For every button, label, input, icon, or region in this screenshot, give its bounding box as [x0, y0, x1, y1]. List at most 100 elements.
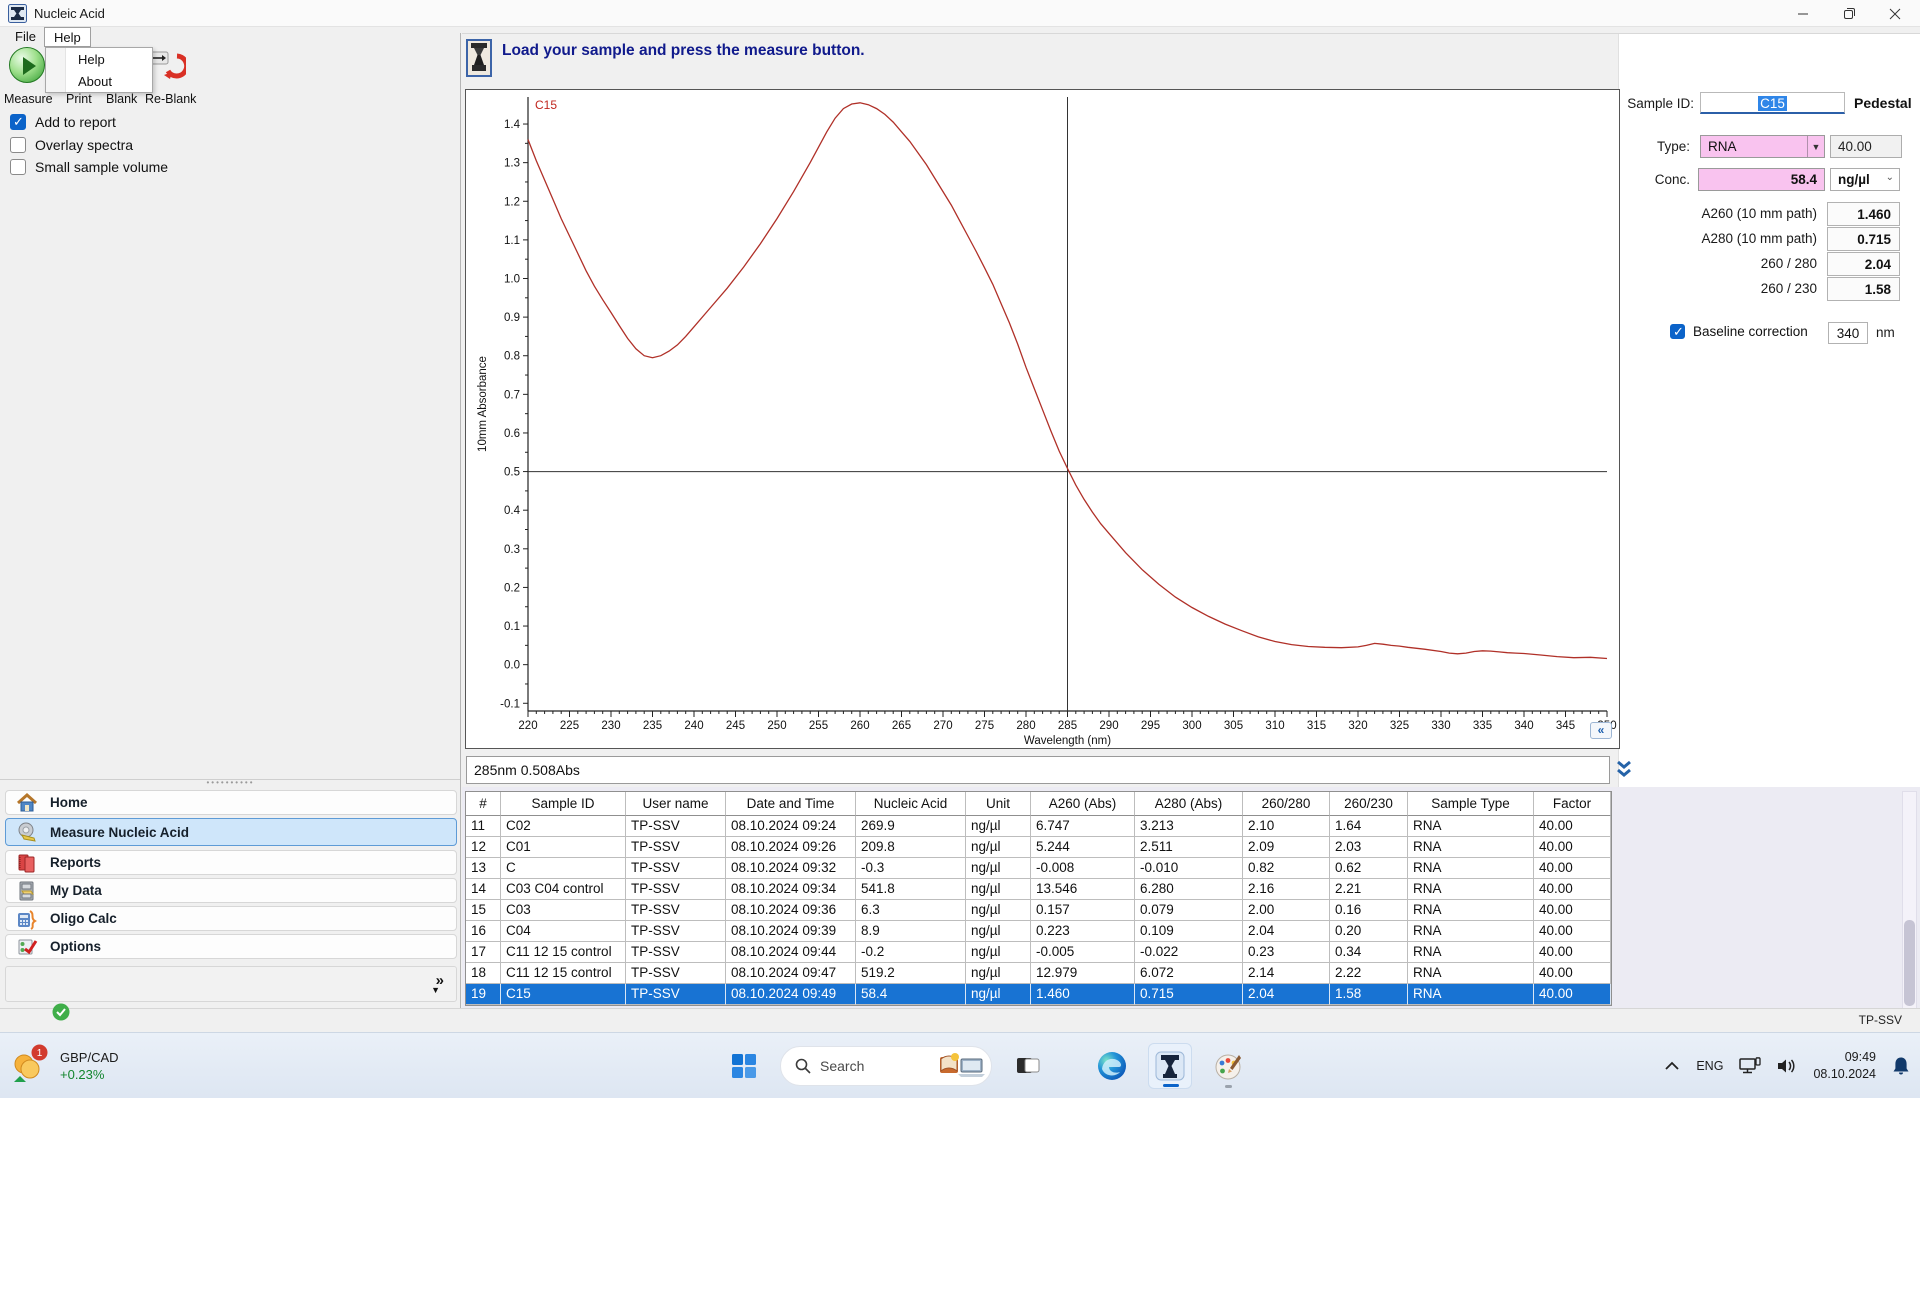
table-cell[interactable]: 40.00: [1534, 963, 1611, 984]
table-cell[interactable]: 0.23: [1243, 942, 1330, 963]
table-cell[interactable]: RNA: [1408, 942, 1534, 963]
table-cell[interactable]: 6.3: [856, 900, 966, 921]
table-cell[interactable]: RNA: [1408, 816, 1534, 837]
table-cell[interactable]: 6.072: [1135, 963, 1243, 984]
toolbar-reblank-label[interactable]: Re-Blank: [145, 92, 196, 106]
table-cell[interactable]: TP-SSV: [626, 984, 726, 1005]
table-cell[interactable]: 2.14: [1243, 963, 1330, 984]
table-cell[interactable]: -0.005: [1031, 942, 1135, 963]
column-header[interactable]: #: [466, 792, 501, 816]
table-cell[interactable]: 2.04: [1243, 921, 1330, 942]
table-cell[interactable]: 14: [466, 879, 501, 900]
column-header[interactable]: Sample Type: [1408, 792, 1534, 816]
table-cell[interactable]: 0.34: [1330, 942, 1408, 963]
small-sample-volume-checkbox[interactable]: [10, 159, 26, 175]
menu-file[interactable]: File: [6, 27, 45, 47]
table-cell[interactable]: RNA: [1408, 921, 1534, 942]
menu-help[interactable]: Help: [44, 27, 91, 47]
search-box[interactable]: Search: [780, 1046, 992, 1086]
table-cell[interactable]: 2.03: [1330, 837, 1408, 858]
table-cell[interactable]: 12: [466, 837, 501, 858]
edge-browser-button[interactable]: [1090, 1043, 1134, 1089]
menu-item-about[interactable]: About: [68, 71, 152, 92]
table-header-row[interactable]: # Sample ID User name Date and Time Nucleic …: [466, 792, 1611, 816]
table-row[interactable]: 18 C11 12 15 control TP-SSV 08.10.2024 09:4…: [466, 963, 1611, 984]
nucleic-acid-app-button[interactable]: [1148, 1043, 1192, 1089]
table-cell[interactable]: ng/µl: [966, 984, 1031, 1005]
table-cell[interactable]: 5.244: [1031, 837, 1135, 858]
table-cell[interactable]: 40.00: [1534, 816, 1611, 837]
table-cell[interactable]: 08.10.2024 09:32: [726, 858, 856, 879]
sidebar-item-oligo-calc[interactable]: Oligo Calc: [5, 906, 457, 931]
sidebar-item-reports[interactable]: Reports: [5, 850, 457, 875]
table-cell[interactable]: 2.04: [1243, 984, 1330, 1005]
table-cell[interactable]: RNA: [1408, 837, 1534, 858]
table-row[interactable]: 11 C02 TP-SSV 08.10.2024 09:24 269.9 ng/µl 6.7…: [466, 816, 1611, 837]
table-cell[interactable]: TP-SSV: [626, 921, 726, 942]
sidebar-item-my-data[interactable]: My Data: [5, 878, 457, 903]
table-cell[interactable]: 40.00: [1534, 879, 1611, 900]
column-header[interactable]: A260 (Abs): [1031, 792, 1135, 816]
column-header[interactable]: Date and Time: [726, 792, 856, 816]
table-cell[interactable]: 6.747: [1031, 816, 1135, 837]
table-cell[interactable]: 40.00: [1534, 921, 1611, 942]
results-table[interactable]: # Sample ID User name Date and Time Nucleic …: [465, 791, 1612, 1006]
column-header[interactable]: Factor: [1534, 792, 1611, 816]
table-cell[interactable]: 40.00: [1534, 837, 1611, 858]
overlay-spectra-option[interactable]: Overlay spectra: [10, 136, 133, 154]
minimize-button[interactable]: [1780, 0, 1826, 27]
table-cell[interactable]: 519.2: [856, 963, 966, 984]
table-cell[interactable]: C15: [501, 984, 626, 1005]
table-cell[interactable]: 08.10.2024 09:24: [726, 816, 856, 837]
network-icon[interactable]: [1739, 1057, 1762, 1075]
sample-id-input[interactable]: C15: [1700, 92, 1845, 114]
table-cell[interactable]: 2.22: [1330, 963, 1408, 984]
table-cell[interactable]: TP-SSV: [626, 858, 726, 879]
table-cell[interactable]: -0.2: [856, 942, 966, 963]
table-cell[interactable]: 2.10: [1243, 816, 1330, 837]
toolbar-print-label[interactable]: Print: [66, 92, 92, 106]
volume-icon[interactable]: [1777, 1058, 1797, 1074]
table-cell[interactable]: C: [501, 858, 626, 879]
table-cell[interactable]: 209.8: [856, 837, 966, 858]
table-cell[interactable]: -0.010: [1135, 858, 1243, 879]
table-cell[interactable]: TP-SSV: [626, 900, 726, 921]
table-cell[interactable]: C03 C04 control: [501, 879, 626, 900]
overlay-spectra-checkbox[interactable]: [10, 137, 26, 153]
measure-button-icon[interactable]: [9, 47, 45, 83]
table-cell[interactable]: 2.21: [1330, 879, 1408, 900]
notifications-bell-icon[interactable]: [1892, 1056, 1910, 1076]
table-cell[interactable]: 1.460: [1031, 984, 1135, 1005]
table-cell[interactable]: ng/µl: [966, 900, 1031, 921]
table-cell[interactable]: 16: [466, 921, 501, 942]
reblank-button-icon[interactable]: [148, 48, 186, 82]
table-scrollbar[interactable]: [1902, 791, 1917, 1010]
toolbar-blank-label[interactable]: Blank: [106, 92, 137, 106]
sidebar-item-options[interactable]: Options: [5, 934, 457, 959]
table-cell[interactable]: 58.4: [856, 984, 966, 1005]
toolbar-measure-label[interactable]: Measure: [4, 92, 53, 106]
close-button[interactable]: [1872, 0, 1918, 27]
table-cell[interactable]: 40.00: [1534, 984, 1611, 1005]
table-cell[interactable]: 17: [466, 942, 501, 963]
table-cell[interactable]: C11 12 15 control: [501, 942, 626, 963]
column-header[interactable]: Unit: [966, 792, 1031, 816]
table-row[interactable]: 14 C03 C04 control TP-SSV 08.10.2024 09:34 5…: [466, 879, 1611, 900]
sidebar-item-home[interactable]: Home: [5, 790, 457, 815]
spectrum-chart[interactable]: 220 225 230 235 240 245 250 255 260 265 270 275 280 2…: [465, 89, 1620, 749]
table-cell[interactable]: 1.64: [1330, 816, 1408, 837]
table-cell[interactable]: 19: [466, 984, 501, 1005]
table-row[interactable]: 19 C15 TP-SSV 08.10.2024 09:49 58.4 ng/µl 1.46…: [466, 984, 1611, 1005]
table-row[interactable]: 15 C03 TP-SSV 08.10.2024 09:36 6.3 ng/µl 0.157…: [466, 900, 1611, 921]
table-cell[interactable]: RNA: [1408, 879, 1534, 900]
small-sample-volume-option[interactable]: Small sample volume: [10, 158, 168, 176]
column-header[interactable]: Sample ID: [501, 792, 626, 816]
unit-select[interactable]: ng/µl ⌄: [1830, 168, 1900, 191]
table-cell[interactable]: 3.213: [1135, 816, 1243, 837]
table-cell[interactable]: 0.223: [1031, 921, 1135, 942]
spectrum-svg[interactable]: 220 225 230 235 240 245 250 255 260 265 270 275 280 2…: [466, 90, 1619, 748]
table-row[interactable]: 13 C TP-SSV 08.10.2024 09:32 -0.3 ng/µl -0.008…: [466, 858, 1611, 879]
table-cell[interactable]: C01: [501, 837, 626, 858]
table-cell[interactable]: 2.16: [1243, 879, 1330, 900]
table-cell[interactable]: C11 12 15 control: [501, 963, 626, 984]
